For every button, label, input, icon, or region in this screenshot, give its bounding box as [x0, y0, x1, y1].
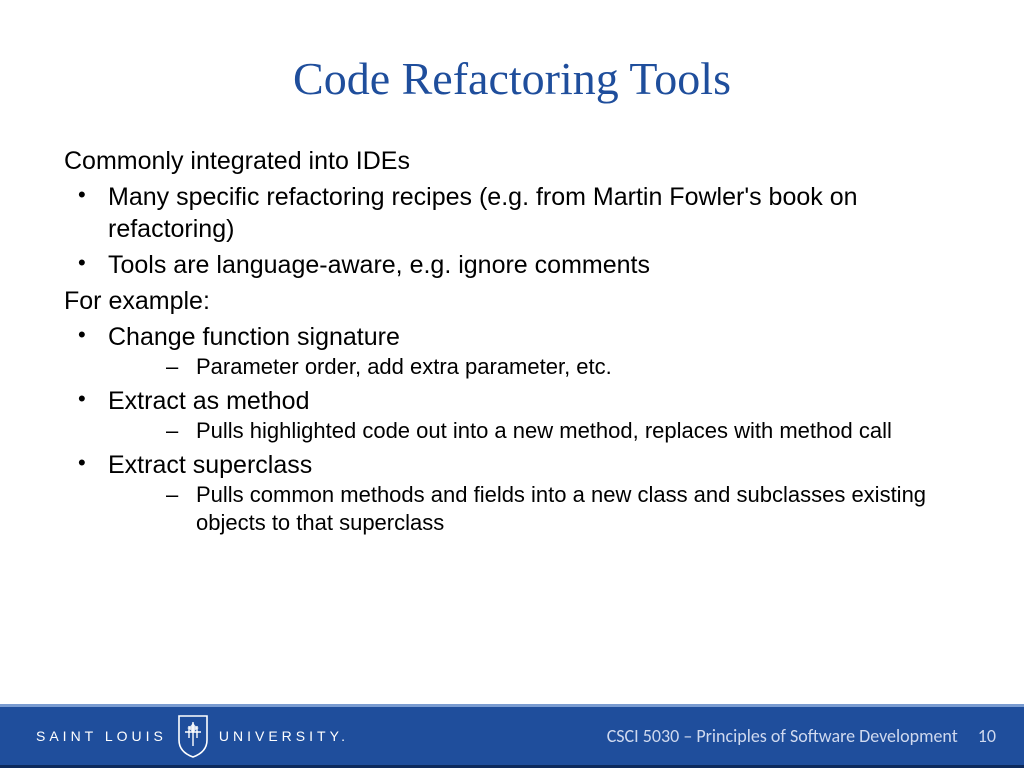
sub-item: Parameter order, add extra parameter, et… [108, 353, 960, 381]
bullet-item: Extract superclass Pulls common methods … [64, 449, 960, 537]
slide-content: Commonly integrated into IDEs Many speci… [0, 145, 1024, 704]
example-label: For example: [64, 285, 960, 317]
course-label: CSCI 5030 – Principles of Software Devel… [607, 725, 958, 747]
bullet-text: Extract superclass [108, 451, 312, 479]
bullet-item: Extract as method Pulls highlighted code… [64, 385, 960, 445]
sub-list: Pulls highlighted code out into a new me… [108, 417, 960, 445]
page-number: 10 [978, 725, 996, 747]
slide: Code Refactoring Tools Commonly integrat… [0, 0, 1024, 768]
bullet-item: Tools are language-aware, e.g. ignore co… [64, 249, 960, 281]
logo-text-left: SAINT LOUIS [36, 728, 167, 744]
sub-item: Pulls highlighted code out into a new me… [108, 417, 960, 445]
slide-title: Code Refactoring Tools [0, 52, 1024, 105]
bullet-item: Many specific refactoring recipes (e.g. … [64, 181, 960, 245]
logo-text-right: UNIVERSITY. [219, 728, 349, 744]
university-logo: SAINT LOUIS UNIVERSITY. [0, 714, 349, 758]
footer-right: CSCI 5030 – Principles of Software Devel… [607, 725, 1024, 747]
sub-list: Pulls common methods and fields into a n… [108, 481, 960, 537]
bullet-list-1: Many specific refactoring recipes (e.g. … [64, 181, 960, 281]
bullet-item: Change function signature Parameter orde… [64, 321, 960, 381]
bullet-text: Extract as method [108, 387, 309, 415]
intro-line: Commonly integrated into IDEs [64, 145, 960, 177]
examples-list: Change function signature Parameter orde… [64, 321, 960, 538]
bullet-text: Change function signature [108, 323, 400, 351]
sub-item: Pulls common methods and fields into a n… [108, 481, 960, 537]
sub-list: Parameter order, add extra parameter, et… [108, 353, 960, 381]
footer-bar: SAINT LOUIS UNIVERSITY. CSCI 5030 – Prin… [0, 704, 1024, 768]
shield-icon [177, 714, 209, 758]
